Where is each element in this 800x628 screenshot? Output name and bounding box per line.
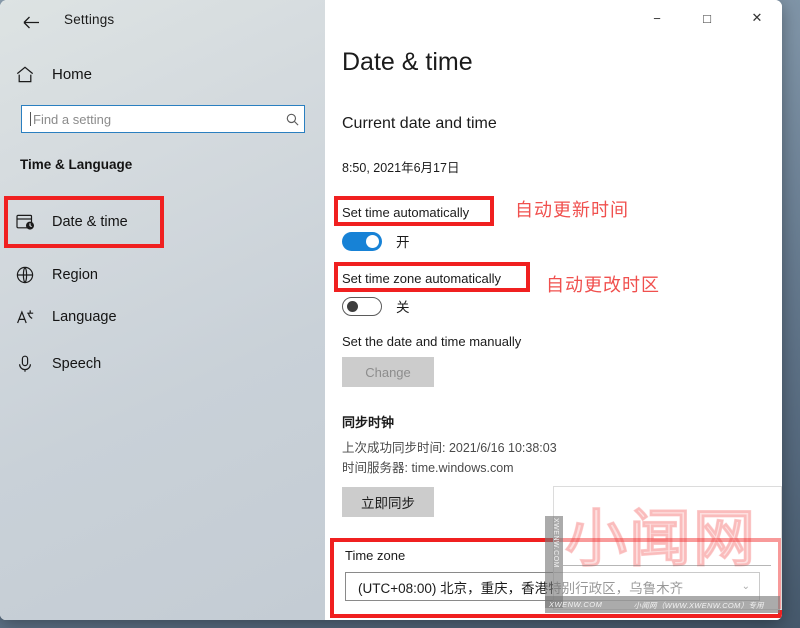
sidebar-item-language[interactable]: Language (14, 297, 314, 337)
maximize-button[interactable]: □ (682, 0, 732, 36)
search-placeholder: Find a setting (33, 111, 112, 127)
calendar-clock-icon (14, 211, 36, 233)
time-server: 时间服务器: time.windows.com (342, 461, 514, 475)
window-title: Settings (64, 12, 115, 27)
annotation-note-timezone: 自动更改时区 (546, 275, 660, 295)
sync-clock-heading: 同步时钟 (342, 415, 395, 430)
page-title: Date & time (342, 48, 473, 76)
globe-icon (14, 264, 36, 286)
set-timezone-auto-state: 关 (396, 300, 410, 315)
home-icon (14, 63, 36, 85)
settings-window: Settings Home Find a setting Time & Lang… (0, 0, 782, 620)
set-time-auto-state: 开 (396, 235, 410, 250)
sync-now-button[interactable]: 立即同步 (342, 487, 434, 517)
toggle-knob (347, 300, 358, 312)
set-timezone-auto-toggle-row: 关 (342, 296, 410, 316)
section-heading-current: Current date and time (342, 115, 497, 132)
set-manually-label: Set the date and time manually (342, 334, 522, 349)
close-button[interactable]: ✕ (732, 0, 782, 36)
change-button[interactable]: Change (342, 357, 434, 387)
minimize-button[interactable]: − (632, 0, 682, 36)
set-time-auto-toggle[interactable] (342, 231, 382, 251)
sidebar-item-home[interactable]: Home (14, 60, 314, 88)
sidebar-item-speech[interactable]: Speech (14, 344, 314, 384)
timezone-value: (UTC+08:00) 北京，重庆，香港特别行政区，乌鲁木齐 (358, 580, 684, 596)
sidebar-item-label-home: Home (52, 65, 93, 83)
microphone-icon (14, 353, 36, 375)
sidebar-item-label-language: Language (52, 309, 117, 325)
sidebar-item-date-time[interactable]: Date & time (14, 202, 314, 242)
set-timezone-auto-toggle[interactable] (342, 296, 382, 316)
timezone-label: Time zone (345, 548, 406, 563)
annotation-note-time: 自动更新时间 (515, 200, 629, 220)
last-sync-time: 上次成功同步时间: 2021/6/16 10:38:03 (342, 441, 557, 455)
set-time-auto-label: Set time automatically (342, 205, 470, 220)
sidebar-item-label-region: Region (52, 267, 98, 283)
sidebar-item-region[interactable]: Region (14, 255, 314, 295)
sidebar-item-label-speech: Speech (52, 356, 102, 372)
language-icon (14, 306, 36, 328)
toggle-knob (366, 234, 379, 248)
set-time-auto-toggle-row: 开 (342, 231, 410, 251)
set-timezone-auto-label: Set time zone automatically (342, 271, 501, 286)
current-datetime-value: 8:50, 2021年6月17日 (342, 161, 460, 175)
sidebar-item-label-date-time: Date & time (52, 214, 128, 230)
main-content: − □ ✕ Date & time Current date and time … (325, 0, 782, 620)
timezone-select[interactable]: (UTC+08:00) 北京，重庆，香港特别行政区，乌鲁木齐 ⌄ (345, 572, 760, 601)
back-arrow-icon[interactable] (18, 10, 44, 34)
sidebar: Settings Home Find a setting Time & Lang… (0, 0, 325, 620)
window-controls: − □ ✕ (632, 0, 782, 36)
window-titlebar: Settings (0, 0, 325, 44)
sidebar-section-title: Time & Language (20, 157, 133, 172)
search-input[interactable]: Find a setting (21, 105, 305, 133)
search-icon (280, 113, 304, 126)
chevron-down-icon: ⌄ (741, 581, 750, 592)
